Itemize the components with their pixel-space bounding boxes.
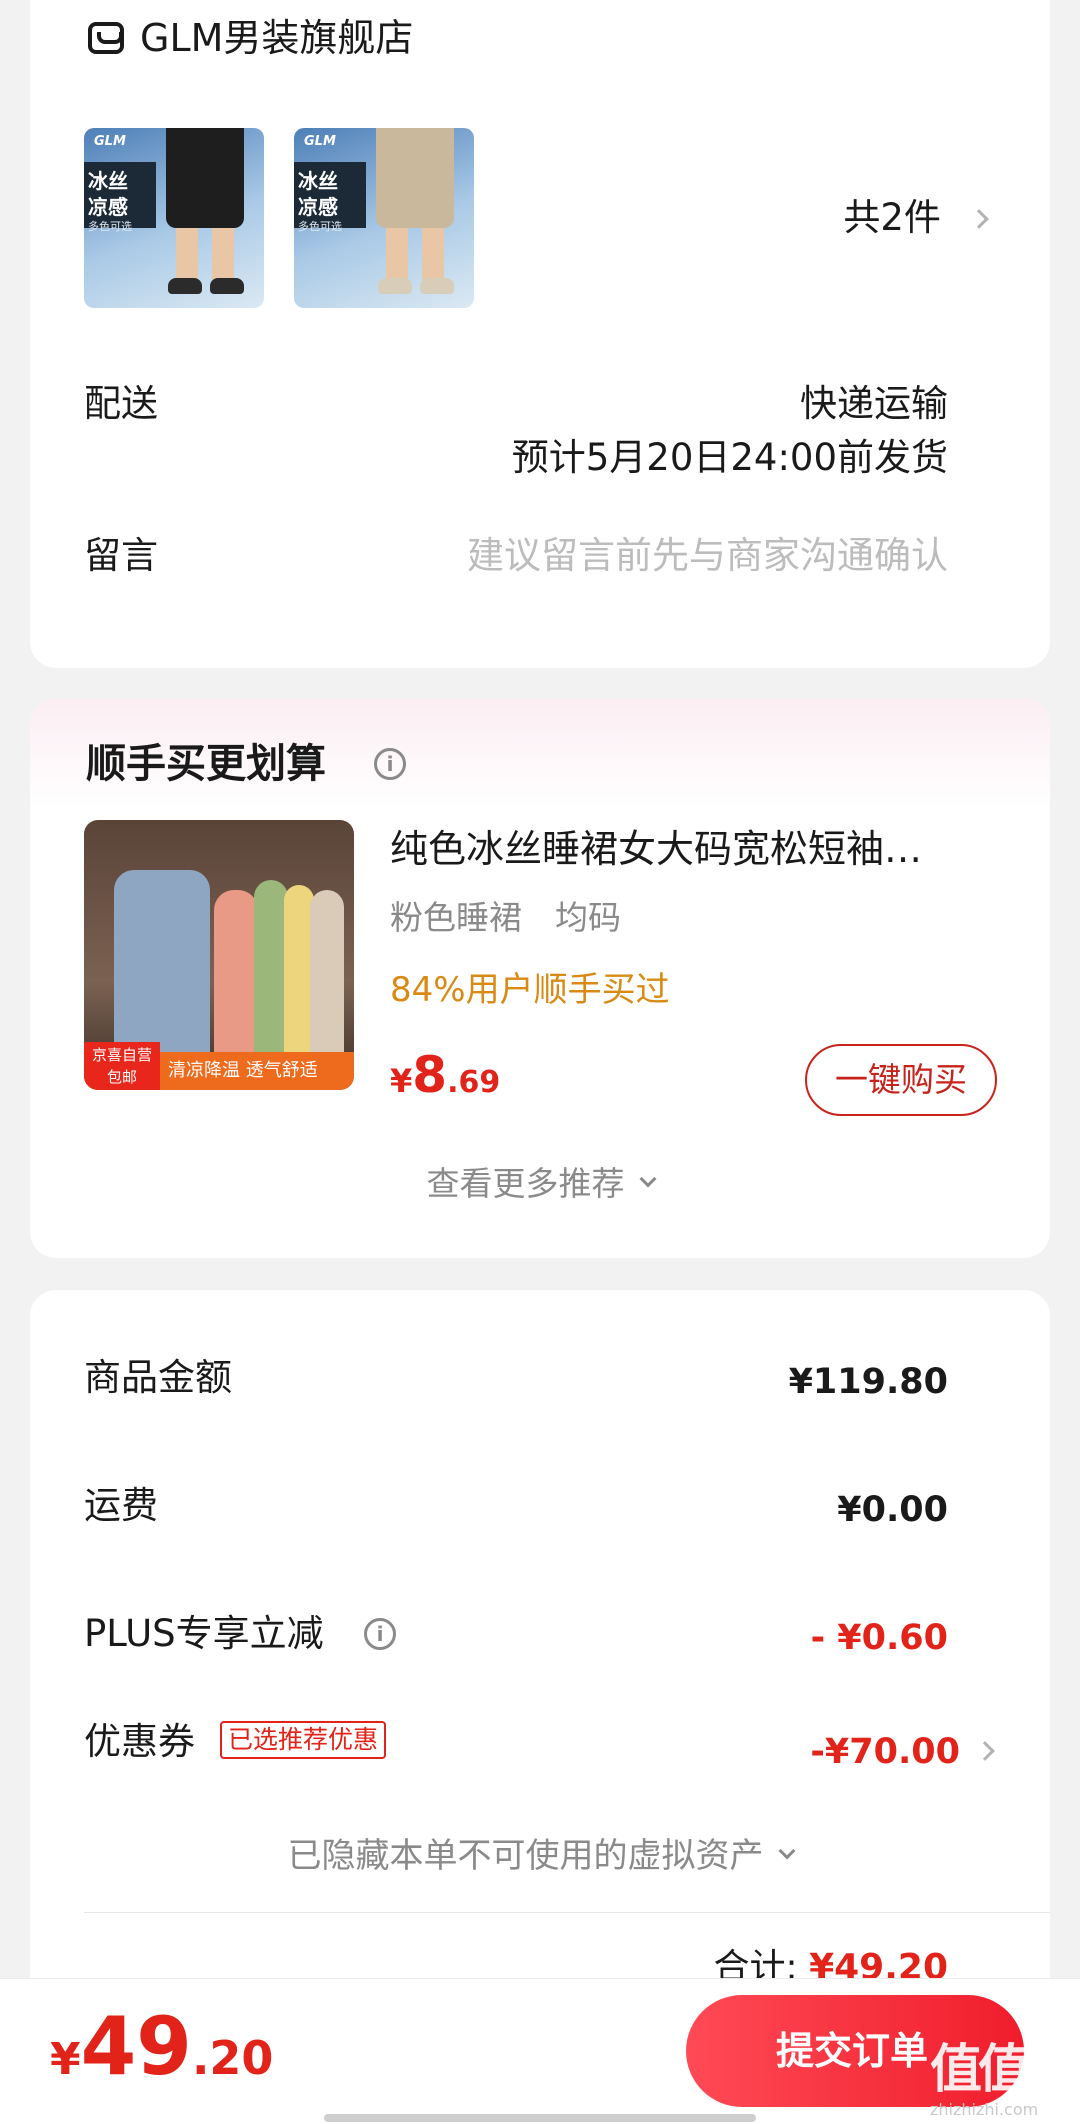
upsell-product-spec: 粉色睡裙 均码 (390, 898, 621, 937)
upsell-price: ¥8.69 (390, 1046, 501, 1104)
upsell-product-title[interactable]: 纯色冰丝睡裙女大码宽松短袖… (390, 826, 1010, 872)
watermark-site: zhizhizhi.com (930, 2100, 1039, 2119)
chevron-down-icon (639, 1170, 657, 1188)
goods-amount-value: ¥119.80 (788, 1362, 948, 1402)
item-count-link[interactable]: 共2件 (843, 196, 989, 240)
upsell-card: 顺手买更划算 i 清凉降温 透气舒适 京喜自营 包邮 纯色冰丝睡裙女大码宽松短袖… (30, 698, 1050, 1258)
bottom-bar: ¥49.20 提交订单 (0, 1978, 1080, 2124)
brand-logo: GLM (304, 134, 336, 149)
shop-card: GLM男装旗舰店 GLM 冰丝 凉感 多色可选 GLM 冰丝 凉感 多色可选 共… (30, 0, 1050, 668)
coupon-value[interactable]: -¥70.00 (810, 1730, 960, 1774)
see-more-recommendations[interactable]: 查看更多推荐 (30, 1162, 1050, 1206)
info-icon[interactable]: i (374, 748, 406, 780)
product-tag: 冰丝 凉感 多色可选 (84, 162, 156, 233)
item-count: 共2件 (843, 196, 941, 239)
coupon-tag: 已选推荐优惠 (220, 1721, 387, 1759)
watermark-logo: 值值值 (930, 2040, 1078, 2100)
hidden-assets-toggle[interactable]: 已隐藏本单不可使用的虚拟资产 (30, 1834, 1050, 1878)
delivery-method[interactable]: 快递运输 (800, 382, 948, 426)
shipping-label: 运费 (84, 1484, 158, 1527)
upsell-title: 顺手买更划算 (86, 741, 326, 787)
goods-amount-label: 商品金额 (84, 1356, 232, 1399)
delivery-eta: 预计5月20日24:00前发货 (511, 436, 948, 479)
product-image (376, 128, 454, 228)
shop-icon (88, 22, 124, 54)
delivery-label: 配送 (84, 382, 158, 425)
coupon-label: 优惠券 (84, 1720, 195, 1763)
chevron-right-icon (969, 209, 989, 229)
bottom-total-price: ¥49.20 (50, 2000, 274, 2093)
product-tag: 冰丝 凉感 多色可选 (294, 162, 366, 233)
info-icon[interactable]: i (364, 1618, 396, 1650)
chevron-down-icon (778, 1842, 796, 1860)
upsell-product-image[interactable]: 清凉降温 透气舒适 京喜自营 包邮 (84, 820, 354, 1090)
plus-discount-label: PLUS专享立减 (84, 1612, 324, 1655)
image-badge: 京喜自营 包邮 (84, 1042, 160, 1090)
plus-discount-value: - ¥0.60 (810, 1618, 948, 1658)
home-indicator[interactable] (324, 2114, 756, 2122)
message-input[interactable]: 建议留言前先与商家沟通确认 (467, 534, 948, 578)
product-image (166, 128, 244, 228)
one-click-buy-button[interactable]: 一键购买 (805, 1044, 997, 1116)
message-label: 留言 (84, 534, 158, 577)
brand-logo: GLM (94, 134, 126, 149)
shop-name[interactable]: GLM男装旗舰店 (140, 16, 413, 60)
upsell-stat: 84%用户顺手买过 (390, 970, 670, 1010)
divider (84, 1912, 1050, 1913)
product-thumbnail[interactable]: GLM 冰丝 凉感 多色可选 (84, 128, 264, 308)
chevron-right-icon[interactable] (975, 1741, 995, 1761)
product-thumbnail[interactable]: GLM 冰丝 凉感 多色可选 (294, 128, 474, 308)
shipping-value: ¥0.00 (837, 1490, 948, 1530)
